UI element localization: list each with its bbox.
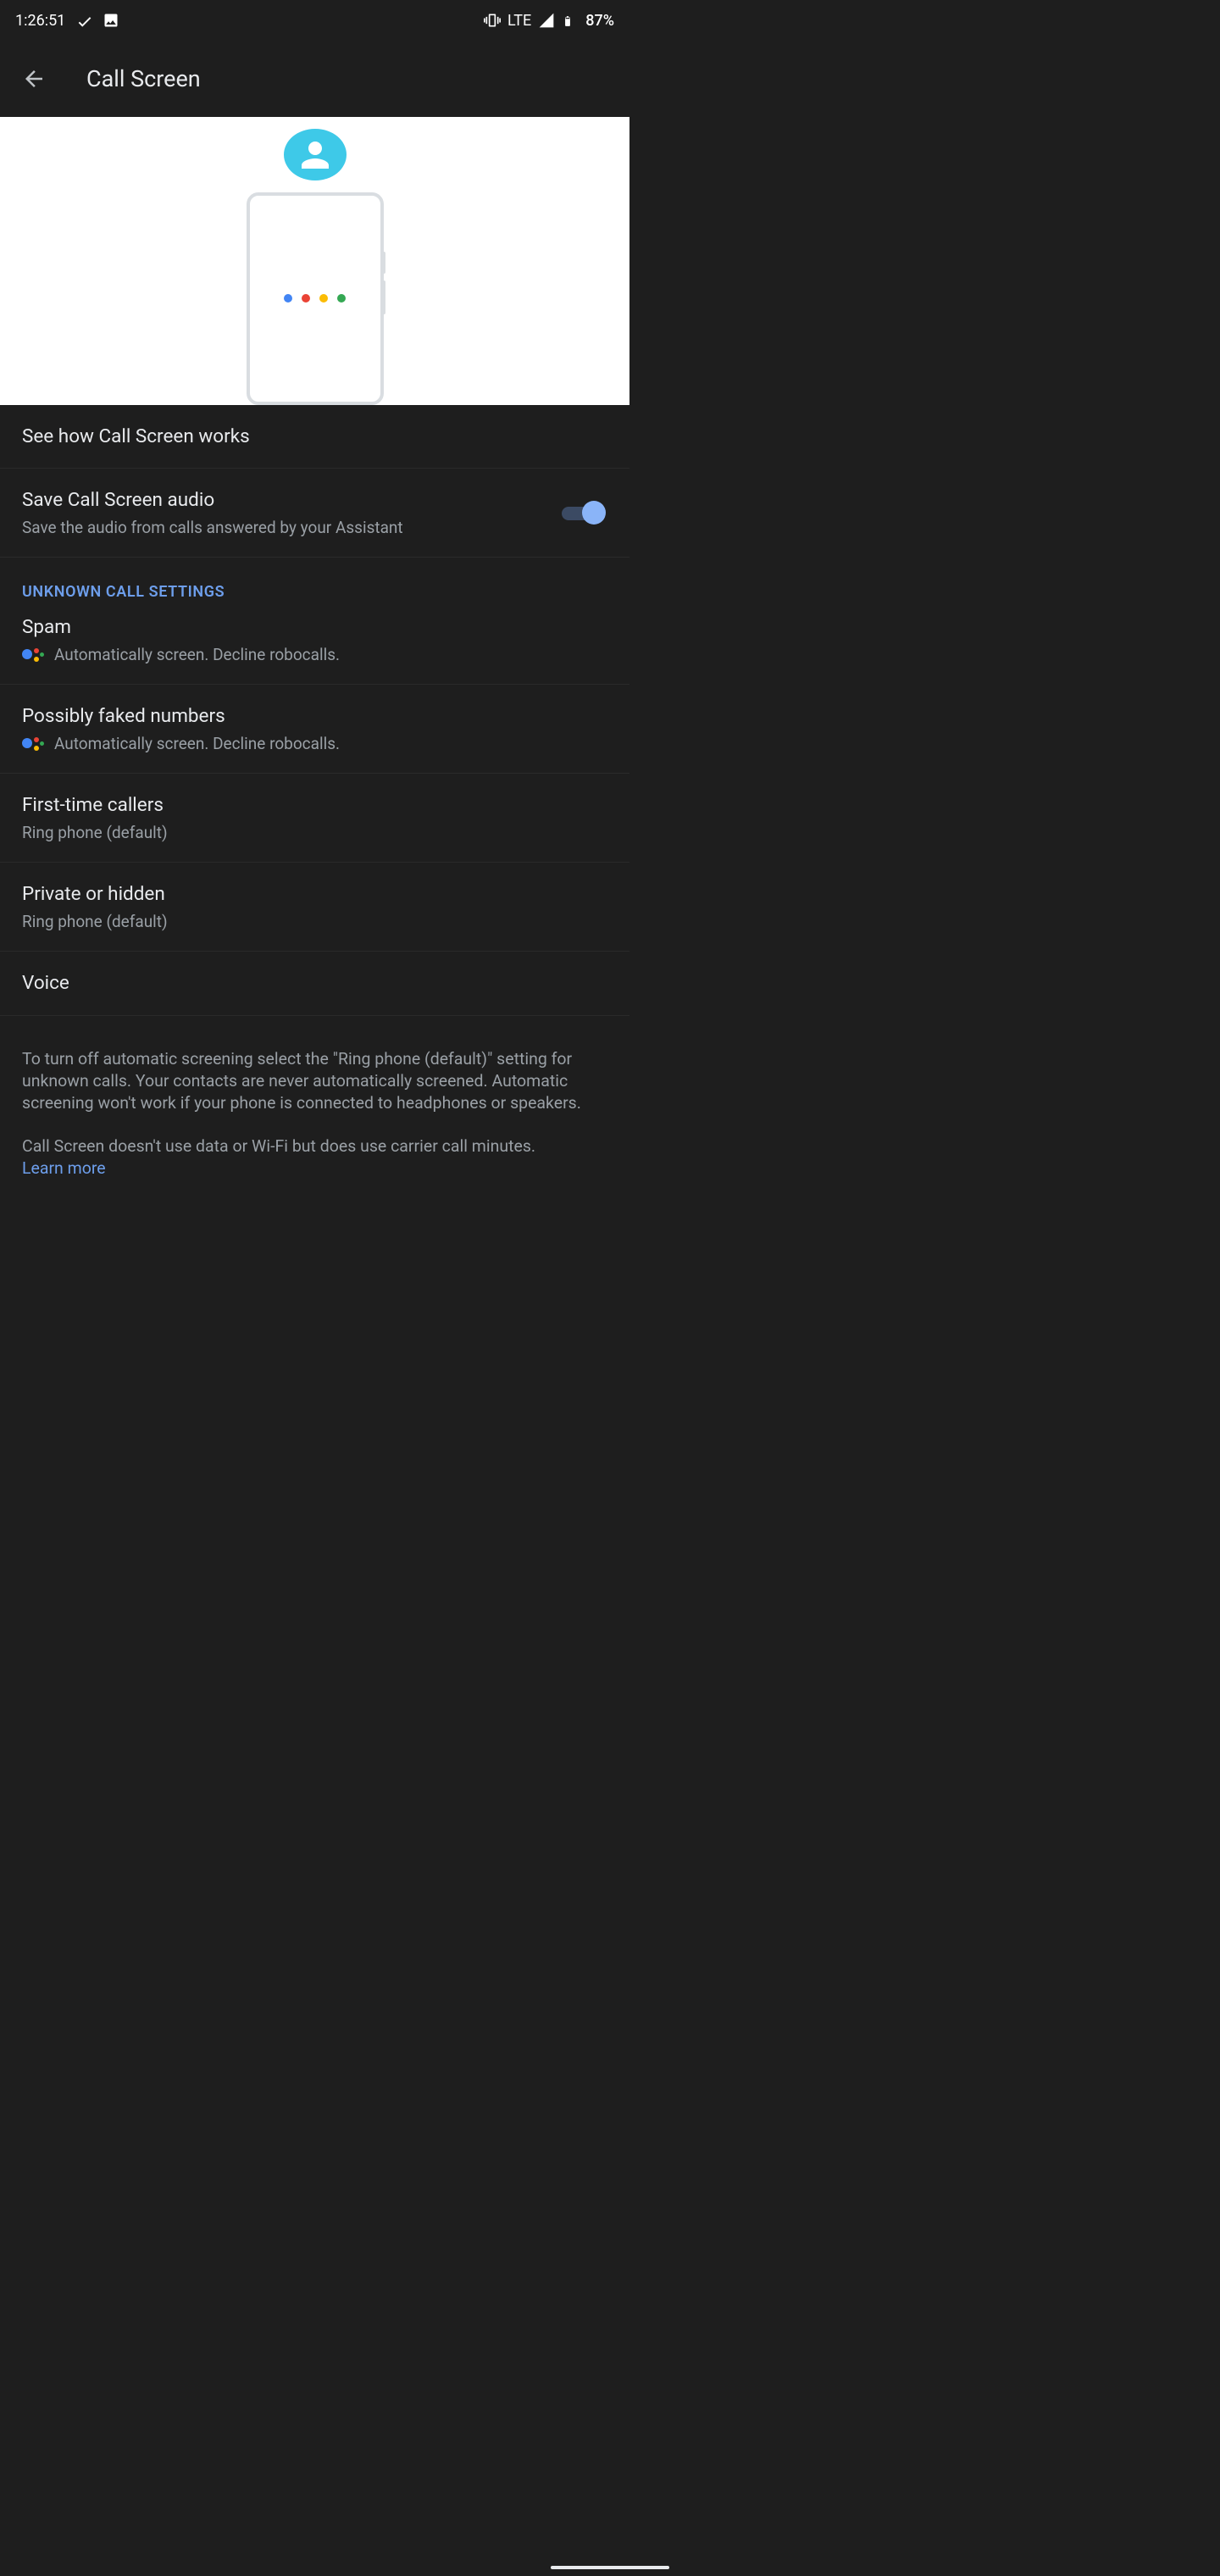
- app-bar: Call Screen: [0, 41, 629, 117]
- signal-icon: [538, 12, 555, 29]
- footer-para1: To turn off automatic screening select t…: [22, 1048, 607, 1115]
- faked-subtitle: Automatically screen. Decline robocalls.: [54, 733, 340, 755]
- first-time-item[interactable]: First-time callers Ring phone (default): [0, 774, 629, 863]
- spam-subtitle: Automatically screen. Decline robocalls.: [54, 644, 340, 666]
- see-how-title: See how Call Screen works: [22, 424, 607, 449]
- voice-title: Voice: [22, 970, 607, 996]
- status-battery-pct: 87%: [585, 12, 614, 30]
- status-time: 1:26:51: [15, 12, 65, 30]
- save-audio-item[interactable]: Save Call Screen audio Save the audio fr…: [0, 469, 629, 558]
- section-unknown-label: UNKNOWN CALL SETTINGS: [0, 558, 629, 606]
- spam-item[interactable]: Spam Automatically screen. Decline roboc…: [0, 606, 629, 685]
- vibrate-icon: [484, 12, 501, 29]
- save-audio-toggle[interactable]: [562, 502, 602, 524]
- battery-icon: [562, 12, 579, 29]
- save-audio-title: Save Call Screen audio: [22, 487, 548, 513]
- status-bar: 1:26:51 LTE 87%: [0, 0, 629, 41]
- footer-para2: Call Screen doesn't use data or Wi-Fi bu…: [22, 1136, 535, 1156]
- checkmark-icon: [75, 12, 92, 29]
- first-time-subtitle: Ring phone (default): [22, 822, 607, 844]
- private-title: Private or hidden: [22, 881, 607, 907]
- nav-handle[interactable]: [551, 2566, 669, 2569]
- private-item[interactable]: Private or hidden Ring phone (default): [0, 863, 629, 952]
- assistant-logo-icon: [22, 736, 42, 752]
- phone-illustration: [247, 192, 384, 405]
- back-button[interactable]: [15, 60, 53, 97]
- avatar-icon: [284, 129, 347, 180]
- assistant-dots-icon: [250, 294, 380, 303]
- spam-title: Spam: [22, 614, 607, 640]
- arrow-back-icon: [21, 66, 47, 92]
- image-icon: [103, 12, 119, 29]
- save-audio-subtitle: Save the audio from calls answered by yo…: [22, 517, 548, 539]
- see-how-item[interactable]: See how Call Screen works: [0, 405, 629, 469]
- hero-illustration[interactable]: [0, 117, 629, 405]
- faked-title: Possibly faked numbers: [22, 703, 607, 729]
- page-title: Call Screen: [86, 65, 201, 92]
- first-time-title: First-time callers: [22, 792, 607, 818]
- footer-info: To turn off automatic screening select t…: [0, 1016, 629, 1189]
- private-subtitle: Ring phone (default): [22, 911, 607, 933]
- voice-item[interactable]: Voice: [0, 952, 629, 1015]
- faked-numbers-item[interactable]: Possibly faked numbers Automatically scr…: [0, 685, 629, 774]
- assistant-logo-icon: [22, 647, 42, 663]
- learn-more-link[interactable]: Learn more: [22, 1158, 106, 1178]
- status-lte: LTE: [507, 12, 531, 30]
